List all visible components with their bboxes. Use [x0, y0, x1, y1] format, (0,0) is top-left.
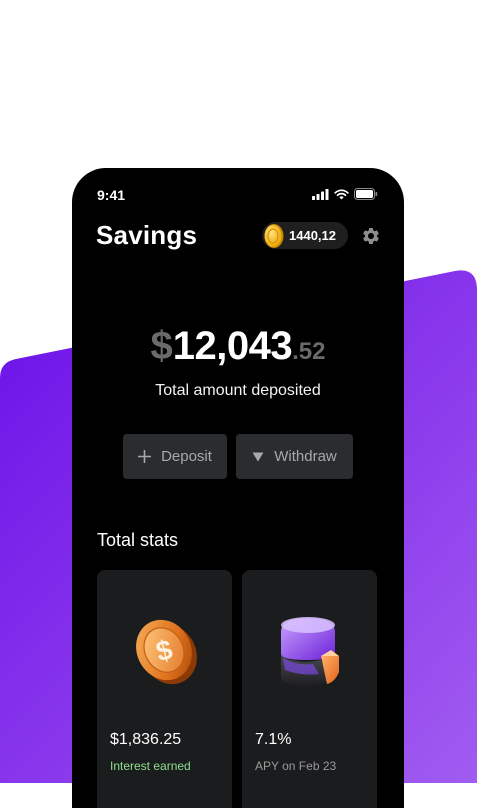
balance-currency: $ — [150, 324, 173, 368]
triangle-down-icon — [252, 452, 264, 461]
balance-amount: $12,043.52 — [72, 324, 404, 369]
apy-card[interactable]: 7.1% APY on Feb 23 — [242, 570, 377, 808]
coin-icon — [264, 223, 284, 248]
phone-screen: 9:41 Savings 1440,12 $12,043.52 Total am… — [72, 168, 404, 808]
page-title: Savings — [96, 220, 198, 250]
coin-amount: 1440,12 — [289, 228, 336, 243]
apy-label: APY on Feb 23 — [255, 759, 337, 773]
status-icons — [312, 188, 378, 200]
status-time: 9:41 — [97, 187, 126, 203]
gear-icon[interactable] — [361, 226, 381, 246]
dollar-coin-illustration: $ — [97, 610, 232, 697]
battery-icon — [354, 188, 378, 200]
interest-value: $1,836.25 — [110, 731, 182, 748]
stats-section-title: Total stats — [97, 530, 179, 550]
dollar-coin-icon: $ — [135, 619, 197, 685]
pie-chart-icon — [280, 617, 339, 686]
apy-value: 7.1% — [255, 731, 292, 748]
deposit-label: Deposit — [161, 448, 212, 465]
withdraw-button[interactable]: Withdraw — [236, 434, 353, 479]
pie-illustration — [242, 610, 377, 697]
balance-whole: 12,043 — [172, 324, 293, 368]
interest-earned-card[interactable]: $ $1,836.25 Interest earned — [97, 570, 232, 808]
plus-icon — [138, 450, 152, 463]
coin-balance-pill[interactable]: 1440,12 — [262, 222, 348, 249]
deposit-button[interactable]: Deposit — [123, 434, 227, 479]
balance-decimal: .52 — [292, 338, 326, 365]
balance-label: Total amount deposited — [155, 382, 321, 399]
withdraw-label: Withdraw — [274, 448, 337, 465]
signal-icon — [312, 188, 329, 200]
interest-label: Interest earned — [110, 759, 191, 773]
wifi-icon — [334, 188, 349, 199]
